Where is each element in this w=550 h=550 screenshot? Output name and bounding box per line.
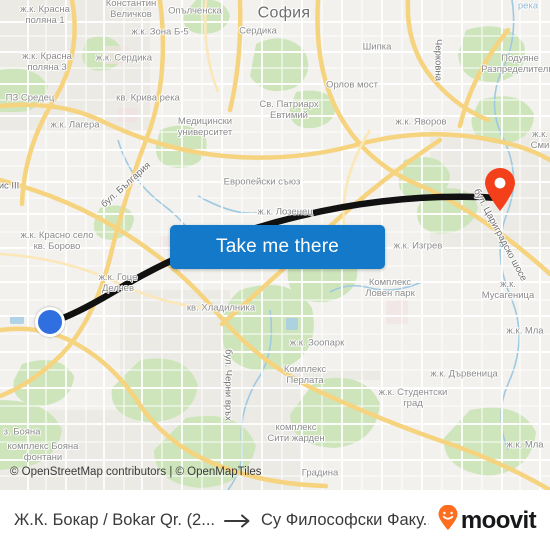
map-attribution: © OpenStreetMap contributors | © OpenMap… [10,466,262,478]
destination-marker[interactable] [483,168,517,212]
map-viewport[interactable]: ж.к. Красна поляна 1 Константин Величков О… [0,0,550,490]
moovit-trip-screen: ж.к. Красна поляна 1 Константин Величков О… [0,0,550,550]
moovit-logo[interactable]: moovit [429,504,537,536]
origin-marker[interactable] [35,307,65,337]
take-me-there-button[interactable]: Take me there [170,225,385,269]
moovit-wordmark: moovit [460,506,537,534]
origin-label: Ж.К. Бокар / Bokar Qr. (2... [14,511,215,529]
arrow-right-icon [224,513,252,529]
destination-label: Су Философски Факу... [261,511,429,529]
bottom-bar: Ж.К. Бокар / Bokar Qr. (2... Су Философс… [0,490,550,550]
moovit-pin-icon [437,504,459,536]
trip-summary[interactable]: Ж.К. Бокар / Bokar Qr. (2... Су Философс… [14,511,429,530]
